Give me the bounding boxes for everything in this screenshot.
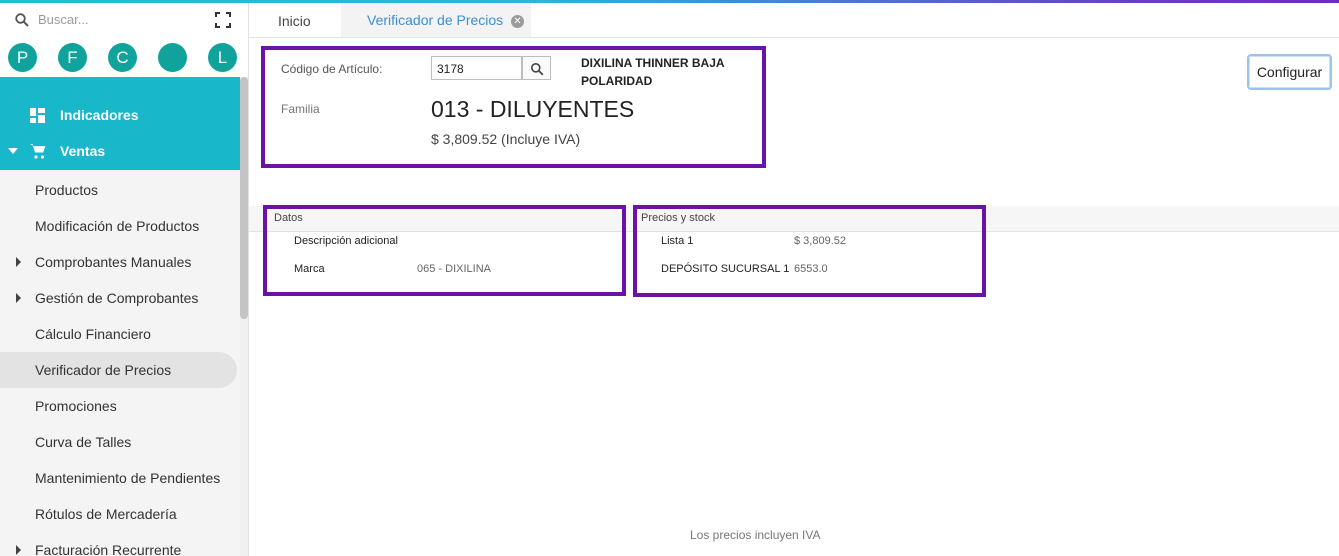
sidebar-item-label: Facturación Recurrente — [35, 542, 182, 556]
datos-highlight-box — [263, 205, 626, 296]
sidebar-search[interactable]: Buscar... — [0, 3, 248, 39]
article-price: $ 3,809.52 (Incluye IVA) — [431, 131, 581, 147]
sidebar-item-gestion-comprobantes[interactable]: Gestión de Comprobantes — [0, 280, 240, 316]
sidebar-item-label: Verificador de Precios — [35, 362, 172, 378]
avatar[interactable]: P — [8, 43, 37, 72]
datos-row-label: Descripción adicional — [294, 235, 398, 247]
stock-row-value: $ 3,809.52 — [794, 235, 846, 247]
search-icon — [14, 12, 30, 28]
sidebar-item-label: Rótulos de Mercadería — [35, 506, 177, 522]
fullscreen-icon[interactable] — [214, 11, 232, 29]
dashboard-icon — [29, 107, 46, 124]
datos-row-label: Marca — [294, 263, 325, 275]
close-icon[interactable]: ✕ — [511, 15, 524, 28]
sidebar-item-label: Gestión de Comprobantes — [35, 290, 199, 306]
sidebar-item-modificacion-productos[interactable]: Modificación de Productos — [0, 208, 240, 244]
sidebar-item-ventas[interactable]: Ventas — [0, 134, 240, 170]
chevron-right-icon — [16, 293, 21, 303]
sidebar-item-label: Indicadores — [60, 107, 139, 123]
divider — [637, 231, 982, 232]
family-value: 013 - DILUYENTES — [431, 96, 635, 122]
datos-row-value: 065 - DIXILINA — [417, 263, 491, 275]
sidebar: Buscar... P F C L Indicadores Ventas Pro… — [0, 3, 249, 556]
sidebar-item-label: Productos — [35, 182, 99, 198]
user-avatars: P F C L — [0, 39, 248, 77]
stock-row-label: DEPÓSITO SUCURSAL 1 — [661, 263, 790, 275]
sidebar-item-label: Promociones — [35, 398, 117, 414]
sidebar-item-curva-talles[interactable]: Curva de Talles — [0, 424, 240, 460]
sidebar-item-label: Cálculo Financiero — [35, 326, 151, 342]
sidebar-item-label: Modificación de Productos — [35, 218, 200, 234]
datos-title: Datos — [274, 212, 303, 224]
footer-note: Los precios incluyen IVA — [690, 528, 821, 542]
stock-row-value: 6553.0 — [794, 263, 828, 275]
article-description: DIXILINA THINNER BAJA POLARIDAD — [581, 56, 725, 88]
family-label: Familia — [281, 102, 320, 116]
sidebar-main-menu: Indicadores Ventas — [0, 77, 240, 170]
avatar[interactable] — [158, 43, 187, 72]
sidebar-item-promociones[interactable]: Promociones — [0, 388, 240, 424]
sidebar-item-mantenimiento-pendientes[interactable]: Mantenimiento de Pendientes — [0, 460, 240, 496]
article-code-input[interactable]: 3178 — [431, 56, 522, 80]
sidebar-item-label: Curva de Talles — [35, 434, 132, 450]
cart-icon — [29, 143, 46, 160]
sidebar-item-verificador-precios[interactable]: Verificador de Precios — [0, 352, 237, 388]
chevron-right-icon — [16, 545, 21, 555]
chevron-down-icon — [8, 148, 18, 154]
search-input[interactable]: Buscar... — [38, 12, 89, 27]
sidebar-item-label: Ventas — [60, 143, 106, 159]
tab-label: Verificador de Precios — [367, 12, 504, 28]
avatar[interactable]: C — [108, 43, 137, 72]
stock-row-label: Lista 1 — [661, 235, 694, 247]
article-search-button[interactable] — [522, 56, 551, 80]
sidebar-item-calculo-financiero[interactable]: Cálculo Financiero — [0, 316, 240, 352]
divider — [267, 231, 622, 232]
article-code-label: Código de Artículo: — [281, 62, 383, 76]
sidebar-item-rotulos-mercaderia[interactable]: Rótulos de Mercadería — [0, 496, 240, 532]
chevron-right-icon — [16, 257, 21, 267]
search-icon — [530, 62, 544, 76]
sidebar-scrollbar-thumb[interactable] — [240, 77, 248, 319]
sidebar-item-comprobantes-manuales[interactable]: Comprobantes Manuales — [0, 244, 240, 280]
sidebar-item-productos[interactable]: Productos — [0, 172, 240, 208]
avatar[interactable]: L — [208, 43, 237, 72]
sidebar-item-indicadores[interactable]: Indicadores — [0, 98, 240, 134]
tab-verificador-precios[interactable]: Verificador de Precios ✕ — [341, 3, 531, 37]
tab-label: Inicio — [278, 13, 311, 29]
ventas-submenu: Productos Modificación de Productos Comp… — [0, 172, 240, 556]
sidebar-item-facturacion-recurrente[interactable]: Facturación Recurrente — [0, 532, 240, 556]
tab-bar: Inicio Verificador de Precios ✕ — [249, 3, 1339, 38]
avatar[interactable]: F — [58, 43, 87, 72]
configure-button[interactable]: Configurar — [1247, 54, 1332, 90]
sidebar-item-label: Mantenimiento de Pendientes — [35, 470, 221, 486]
stock-title: Precios y stock — [641, 212, 715, 224]
tab-inicio[interactable]: Inicio — [249, 3, 341, 37]
sidebar-item-label: Comprobantes Manuales — [35, 254, 192, 270]
